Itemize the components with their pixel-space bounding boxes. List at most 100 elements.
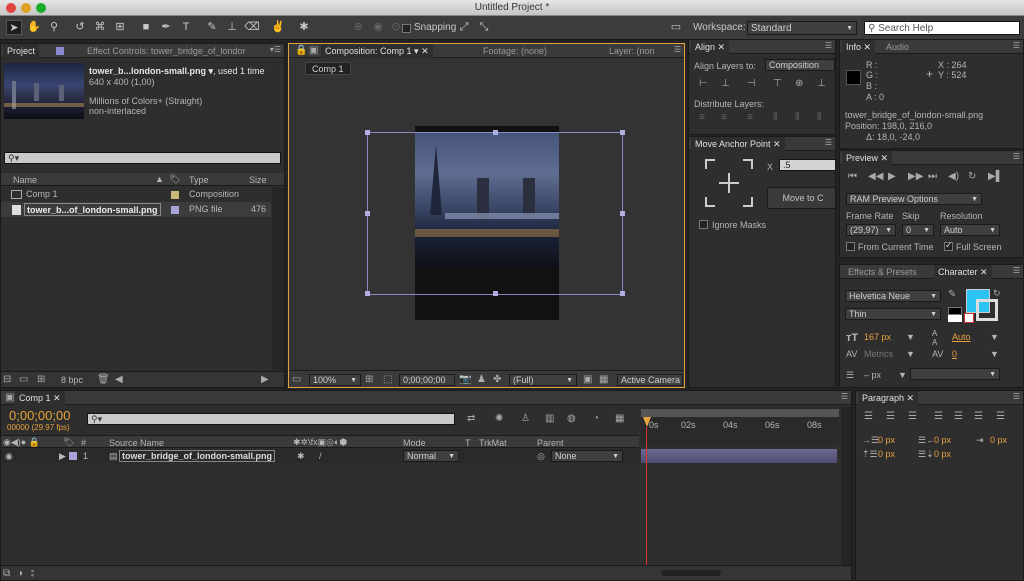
parent-column[interactable]: Parent: [537, 438, 564, 448]
first-frame-icon[interactable]: ⏮: [848, 171, 857, 183]
justify-center-icon[interactable]: ☰: [954, 411, 963, 423]
ignore-masks-checkbox[interactable]: [699, 220, 708, 229]
transparency-grid-icon[interactable]: ▦: [599, 374, 608, 386]
eyedropper-icon[interactable]: ✎: [948, 289, 956, 301]
tab-character[interactable]: Character ✕: [934, 265, 992, 279]
align-right-text-icon[interactable]: ☰: [908, 411, 917, 423]
tab-audio[interactable]: Audio: [882, 40, 913, 54]
pan-behind-tool-icon[interactable]: ⊞: [112, 20, 128, 35]
project-search-input[interactable]: ⚲▾: [4, 152, 281, 164]
stroke-width-arrow-icon[interactable]: ▼: [898, 370, 907, 380]
anchor-grid[interactable]: [705, 159, 753, 207]
black-swatch[interactable]: [948, 307, 962, 315]
last-frame-icon[interactable]: ⏭: [928, 171, 937, 183]
comp-mini-flowchart-icon[interactable]: ⇄: [467, 413, 475, 425]
stroke-width-value[interactable]: – px: [864, 370, 881, 380]
label-column-icon[interactable]: 🏷: [169, 174, 180, 185]
anchor-x-input[interactable]: .5: [779, 159, 835, 171]
tab-composition[interactable]: Composition: Comp 1 ▾ ✕: [321, 44, 433, 58]
stroke-color-swatch[interactable]: [976, 299, 998, 321]
frame-blending-icon[interactable]: ▥: [545, 413, 554, 425]
kerning-value[interactable]: Metrics: [864, 349, 893, 359]
zoom-tool-icon[interactable]: ⚲: [46, 20, 62, 35]
layer-mode-dropdown[interactable]: Normal ▼: [403, 450, 459, 462]
comp-navigator-button[interactable]: Comp 1: [305, 62, 351, 75]
magnification-dropdown[interactable]: 100% ▼: [309, 374, 361, 386]
align-to-dropdown[interactable]: Composition: [765, 59, 835, 71]
tab-layer[interactable]: Layer: (non: [605, 44, 659, 58]
timeline-current-time[interactable]: 0;00;00;00: [9, 408, 70, 423]
timeline-scrollbar[interactable]: [841, 407, 851, 565]
clone-stamp-tool-icon[interactable]: ⊥: [224, 20, 240, 35]
show-snapshot-icon[interactable]: ♟: [477, 374, 486, 386]
current-time-indicator[interactable]: [646, 427, 647, 565]
hand-tool-icon[interactable]: ✋: [26, 20, 42, 35]
layer-name[interactable]: tower_bridge_of_london-small.png: [119, 450, 276, 462]
align-middle-v-icon[interactable]: ⊕: [795, 78, 803, 90]
snap-feature-icon[interactable]: ⤢: [456, 20, 472, 35]
transform-handle[interactable]: [493, 130, 498, 135]
preview-resolution-dropdown[interactable]: Auto ▼: [940, 224, 1000, 236]
toggle-switches-icon[interactable]: ⧉: [3, 568, 10, 580]
new-folder-icon[interactable]: ▭: [19, 374, 28, 386]
panel-menu-icon[interactable]: ☰: [825, 41, 832, 50]
layer-parent-dropdown[interactable]: None ▼: [551, 450, 623, 462]
align-top-icon[interactable]: ⊤: [773, 78, 782, 90]
font-style-dropdown[interactable]: Thin ▼: [845, 308, 941, 320]
tab-effects-presets[interactable]: Effects & Presets: [844, 265, 921, 279]
timeline-layer-row[interactable]: ◉ ▶ 1 ▤ tower_bridge_of_london-small.png…: [1, 449, 639, 463]
next-frame-icon[interactable]: ▶▶: [908, 171, 923, 183]
search-help-input[interactable]: ⚲ Search Help: [864, 21, 1020, 35]
label-swatch[interactable]: [69, 452, 77, 460]
mask-visibility-icon[interactable]: ⬚: [383, 374, 392, 386]
column-type[interactable]: Type: [189, 175, 209, 185]
motion-blur-icon[interactable]: ◍: [567, 413, 576, 425]
pen-tool-icon[interactable]: ✒: [158, 20, 174, 35]
project-item-comp[interactable]: Comp 1 Composition: [1, 187, 271, 202]
mode-column[interactable]: Mode: [403, 438, 426, 448]
project-item-footage[interactable]: tower_b...of_london-small.png PNG file 4…: [1, 202, 271, 217]
region-of-interest-icon[interactable]: ▣: [583, 374, 592, 386]
indent-right-value[interactable]: 0 px: [934, 435, 951, 445]
bit-depth-button[interactable]: 8 bpc: [61, 375, 83, 385]
panel-menu-icon[interactable]: ☰: [1013, 392, 1020, 401]
transform-handle[interactable]: [493, 291, 498, 296]
swap-colors-icon[interactable]: ↻: [993, 287, 1001, 299]
tab-info[interactable]: Info ✕: [842, 40, 876, 54]
ram-preview-icon[interactable]: ▶▌: [988, 171, 1003, 183]
tab-footage[interactable]: Footage: (none): [479, 44, 551, 58]
eraser-tool-icon[interactable]: ⌫: [244, 20, 260, 35]
workspace-dropdown[interactable]: Standard ▼: [747, 21, 857, 35]
from-current-time-checkbox[interactable]: [846, 242, 855, 251]
timeline-search-input[interactable]: ⚲▾: [87, 413, 455, 425]
loop-icon[interactable]: ↻: [968, 171, 976, 183]
expand-layer-icon[interactable]: ▶: [59, 449, 66, 463]
tab-effect-controls[interactable]: Effect Controls: tower_bridge_of_londor: [83, 44, 249, 58]
resolution-dropdown[interactable]: (Full) ▼: [509, 374, 577, 386]
panel-menu-icon[interactable]: ☰: [674, 45, 681, 54]
roto-brush-tool-icon[interactable]: ✌: [270, 20, 286, 35]
panel-menu-icon[interactable]: ☰: [1013, 41, 1020, 50]
kerning-arrow-icon[interactable]: ▼: [906, 349, 915, 359]
toggle-in-out-icon[interactable]: ⦂: [31, 568, 34, 580]
brush-tool-icon[interactable]: ✎: [204, 20, 220, 35]
scroll-left-icon[interactable]: ◀: [115, 374, 123, 386]
panel-menu-icon[interactable]: ☰: [1013, 152, 1020, 161]
tab-preview[interactable]: Preview ✕: [842, 151, 893, 165]
always-preview-icon[interactable]: ▭: [292, 374, 301, 386]
quality-switch-icon[interactable]: /: [319, 449, 322, 463]
distribute-center-icon[interactable]: ≡: [721, 112, 727, 124]
layer-bounding-box[interactable]: [365, 130, 625, 296]
align-center-h-icon[interactable]: ⊥: [721, 78, 730, 90]
tab-timeline-comp[interactable]: Comp 1 ✕: [15, 391, 65, 405]
grid-icon[interactable]: ⊞: [365, 374, 373, 386]
snapping-checkbox[interactable]: [402, 24, 411, 33]
shy-switch-icon[interactable]: ✱: [297, 449, 305, 463]
view-camera-dropdown[interactable]: Active Camera: [617, 374, 683, 386]
white-swatch[interactable]: [948, 315, 962, 322]
puppet-pin-tool-icon[interactable]: ✱: [296, 20, 312, 35]
column-size[interactable]: Size: [249, 175, 267, 185]
snapshot-icon[interactable]: 📷: [459, 374, 471, 386]
hide-shy-layers-icon[interactable]: ♙: [521, 413, 530, 425]
video-visibility-icon[interactable]: ◉: [5, 449, 13, 463]
